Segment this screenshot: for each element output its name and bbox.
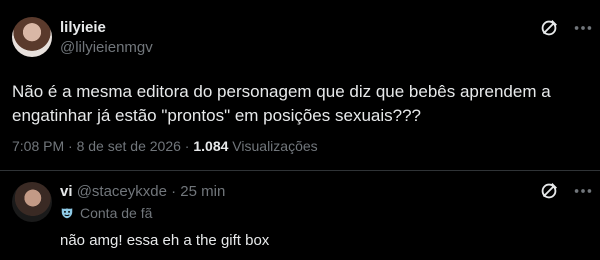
more-dots-icon bbox=[574, 26, 592, 30]
reply-author-name[interactable]: vi bbox=[60, 183, 73, 200]
reply-age[interactable]: 25 min bbox=[180, 183, 225, 200]
more-button[interactable] bbox=[572, 17, 594, 39]
meta-separator: · bbox=[184, 138, 190, 154]
slashed-circle-icon bbox=[541, 183, 557, 199]
author-avatar[interactable] bbox=[12, 17, 52, 57]
reply-author-avatar[interactable] bbox=[12, 182, 52, 222]
fan-account-label: Conta de fã bbox=[80, 205, 153, 221]
meta-separator: · bbox=[68, 138, 73, 154]
author-handle[interactable]: @lilyieienmgv bbox=[60, 39, 153, 56]
divider bbox=[0, 170, 600, 171]
reply-separator: · bbox=[171, 183, 177, 200]
mask-icon bbox=[61, 208, 73, 219]
fan-account-badge: Conta de fã bbox=[60, 205, 152, 221]
author-name[interactable]: lilyieie bbox=[60, 19, 106, 36]
slashed-circle-icon bbox=[541, 20, 557, 36]
views-label: Visualizações bbox=[232, 138, 318, 154]
reply-text: não amg! essa eh a the gift box bbox=[60, 232, 270, 249]
post-meta: 7:08 PM · 8 de set de 2026 · 1.084 Visua… bbox=[12, 138, 318, 154]
post-options-button[interactable] bbox=[538, 17, 560, 39]
reply-more-button[interactable] bbox=[572, 180, 594, 202]
reply-header: vi @staceykxde · 25 min bbox=[60, 183, 225, 200]
reply-author-handle[interactable]: @staceykxde bbox=[77, 183, 167, 200]
views-count: 1.084 bbox=[193, 138, 229, 154]
post-time[interactable]: 7:08 PM bbox=[12, 138, 64, 154]
post-date[interactable]: 8 de set de 2026 bbox=[77, 138, 181, 154]
post-text: Não é a mesma editora do personagem que … bbox=[12, 82, 551, 125]
reply-options-button[interactable] bbox=[538, 180, 560, 202]
more-dots-icon bbox=[574, 189, 592, 193]
